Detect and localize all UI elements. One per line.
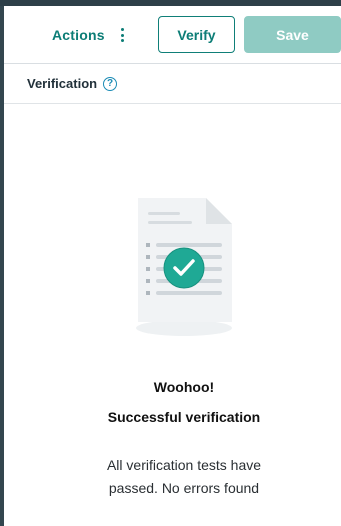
result-description-line-2: passed. No errors found	[108, 480, 260, 496]
action-toolbar: Actions Verify Save	[4, 6, 341, 64]
actions-menu-button[interactable]: Actions	[52, 27, 124, 43]
save-button[interactable]: Save	[244, 16, 341, 53]
question-circle-icon[interactable]: ?	[103, 76, 118, 91]
section-title: Verification	[27, 76, 98, 91]
result-description-line-1: All verification tests have	[106, 457, 262, 473]
vertical-dots-icon	[120, 28, 124, 42]
verify-button[interactable]: Verify	[158, 16, 235, 53]
document-check-icon	[136, 198, 232, 336]
result-description: All verification tests have passed. No e…	[4, 454, 341, 500]
result-headline: Woohoo!	[153, 379, 215, 395]
result-subheadline: Successful verification	[107, 409, 261, 425]
actions-label: Actions	[52, 27, 105, 43]
verification-header: Verification ?	[4, 64, 341, 104]
